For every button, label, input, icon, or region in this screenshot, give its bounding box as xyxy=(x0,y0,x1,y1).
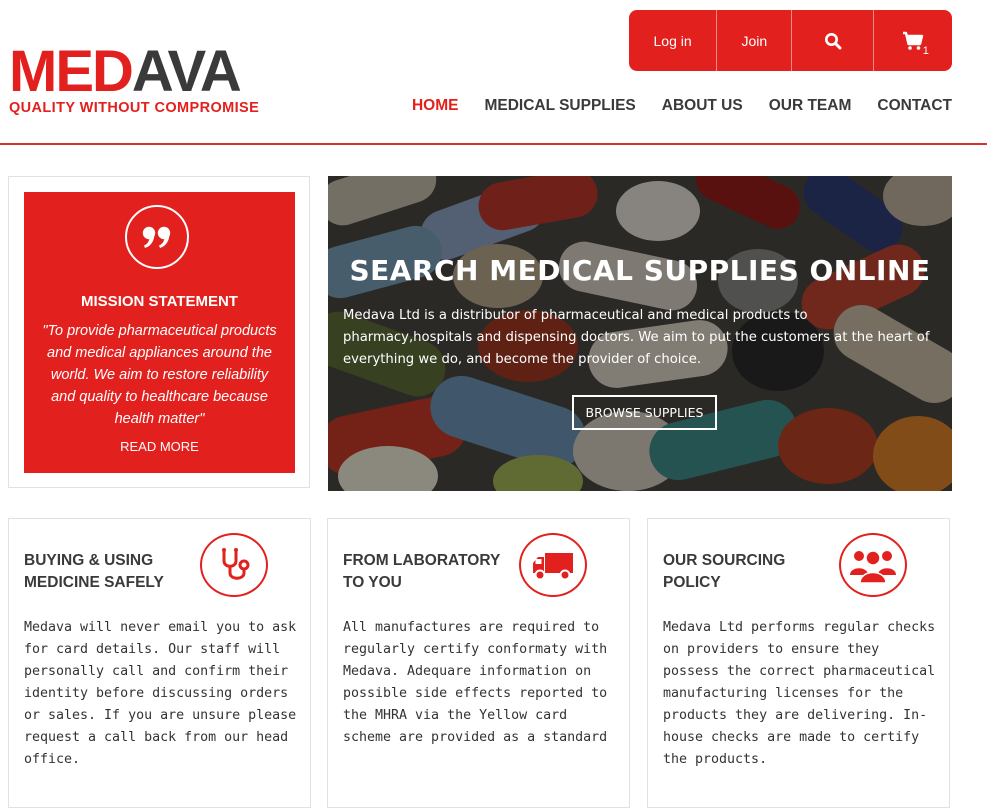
card-title: FROM LABORATORY TO YOU xyxy=(343,550,513,594)
logo[interactable]: MEDAVA QUALITY WITHOUT COMPROMISE xyxy=(9,43,269,117)
card-title-line: FROM LABORATORY xyxy=(343,552,501,569)
card-text: Medava Ltd performs regular checks on pr… xyxy=(663,620,936,767)
search-button[interactable] xyxy=(792,10,874,71)
feature-card-laboratory: FROM LABORATORY TO YOU All manufactures … xyxy=(327,518,630,808)
mission-card: MISSION STATEMENT "To provide pharmaceut… xyxy=(8,176,310,488)
feature-card-medicine-safety: BUYING & USING MEDICINE SAFELY Medava wi… xyxy=(8,518,311,808)
card-title: BUYING & USING MEDICINE SAFELY xyxy=(24,550,194,594)
nav-item-about-us[interactable]: ABOUT US xyxy=(662,97,743,115)
hero-banner: SEARCH MEDICAL SUPPLIES ONLINE Medava Lt… xyxy=(328,176,952,491)
cart-icon xyxy=(902,31,924,50)
card-title-line: POLICY xyxy=(663,574,721,591)
join-label: Join xyxy=(741,32,768,49)
card-title-line: BUYING & USING xyxy=(24,552,154,569)
card-title-line: OUR SOURCING xyxy=(663,552,786,569)
card-title: OUR SOURCING POLICY xyxy=(663,550,833,594)
logo-tagline: QUALITY WITHOUT COMPROMISE xyxy=(9,100,260,116)
hero-description: Medava Ltd is a distributor of pharmaceu… xyxy=(343,308,930,367)
logo-wordmark-red: MED xyxy=(9,39,134,104)
card-title-line: MEDICINE SAFELY xyxy=(24,574,164,591)
account-bar: Log in Join 1 xyxy=(629,10,952,71)
nav-item-contact[interactable]: CONTACT xyxy=(877,97,952,115)
card-title-line: TO YOU xyxy=(343,574,402,591)
browse-supplies-button[interactable]: BROWSE SUPPLIES xyxy=(572,395,717,430)
mission-text: "To provide pharmaceutical products and … xyxy=(42,323,277,427)
main-nav: HOME MEDICAL SUPPLIES ABOUT US OUR TEAM … xyxy=(412,97,952,115)
quote-icon xyxy=(125,205,189,269)
logo-wordmark: MEDAVA xyxy=(9,43,269,101)
team-icon xyxy=(839,533,907,597)
stethoscope-icon xyxy=(200,533,268,597)
logo-wordmark-dark: AVA xyxy=(131,39,242,104)
login-button[interactable]: Log in xyxy=(629,10,718,71)
cart-button[interactable]: 1 xyxy=(874,10,952,71)
hero-title: SEARCH MEDICAL SUPPLIES ONLINE xyxy=(349,254,931,287)
nav-item-our-team[interactable]: OUR TEAM xyxy=(769,97,852,115)
header-divider xyxy=(0,143,987,145)
read-more-link[interactable]: READ MORE xyxy=(24,439,295,454)
mission-panel: MISSION STATEMENT "To provide pharmaceut… xyxy=(24,192,295,473)
feature-card-sourcing-policy: OUR SOURCING POLICY Medava Ltd performs … xyxy=(647,518,950,808)
cart-count-badge: 1 xyxy=(922,45,929,57)
truck-icon xyxy=(519,533,587,597)
card-text: Medava will never email you to ask for c… xyxy=(24,620,297,767)
card-text: All manufactures are required to regular… xyxy=(343,620,608,745)
nav-item-home[interactable]: HOME xyxy=(412,97,459,115)
nav-item-medical-supplies[interactable]: MEDICAL SUPPLIES xyxy=(484,97,635,115)
mission-title: MISSION STATEMENT xyxy=(81,293,238,310)
login-label: Log in xyxy=(653,32,692,49)
join-button[interactable]: Join xyxy=(717,10,793,71)
search-icon xyxy=(824,32,842,49)
